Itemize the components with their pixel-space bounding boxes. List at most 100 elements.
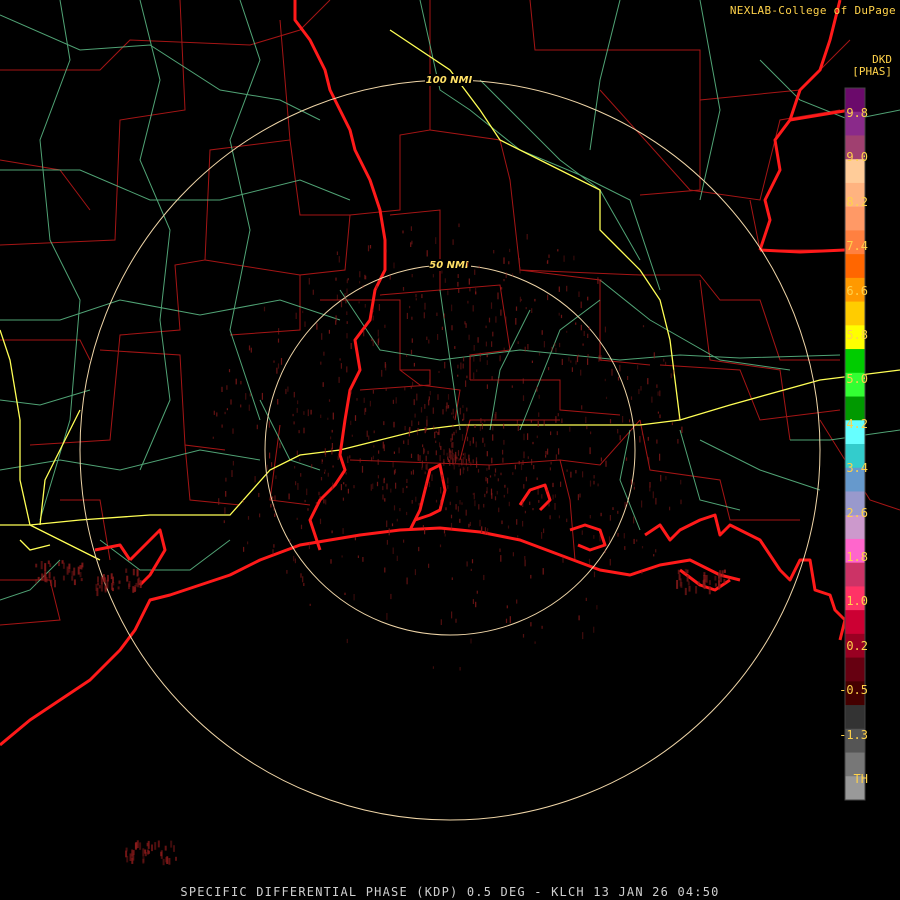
echo-speck xyxy=(371,338,373,342)
echo-speck xyxy=(349,455,351,459)
echo-speck xyxy=(503,439,505,445)
echo-speck xyxy=(382,494,384,500)
echo-speck xyxy=(671,422,673,426)
echo-speck xyxy=(365,407,367,412)
color-scale-swatch xyxy=(845,301,865,326)
echo-speck xyxy=(350,420,352,426)
echo-speck xyxy=(346,321,348,324)
echo-speck xyxy=(446,452,448,456)
echo-speck xyxy=(600,457,602,462)
echo-speck xyxy=(390,593,392,600)
echo-speck xyxy=(117,586,120,590)
echo-speck xyxy=(296,517,298,520)
echo-speck xyxy=(452,442,454,448)
echo-speck xyxy=(478,265,480,269)
echo-speck xyxy=(362,285,364,289)
echo-speck xyxy=(545,454,547,458)
echo-speck xyxy=(373,430,375,434)
echo-speck xyxy=(129,853,132,861)
echo-speck xyxy=(493,250,495,254)
echo-speck xyxy=(459,667,461,671)
echo-speck xyxy=(363,397,365,403)
echo-speck xyxy=(442,409,444,415)
echo-speck xyxy=(501,520,503,525)
echo-speck xyxy=(256,424,258,430)
echo-speck xyxy=(399,508,401,512)
echo-speck xyxy=(413,399,415,406)
echo-speck xyxy=(495,411,497,419)
echo-speck xyxy=(225,491,227,497)
echo-speck xyxy=(486,354,488,358)
echo-speck xyxy=(458,458,460,462)
echo-speck xyxy=(392,399,394,404)
echo-speck xyxy=(396,555,398,561)
echo-speck xyxy=(299,458,301,462)
echo-speck xyxy=(458,424,460,429)
echo-speck xyxy=(49,563,52,567)
color-scale-swatch xyxy=(845,657,865,682)
echo-speck xyxy=(541,625,543,629)
echo-speck xyxy=(303,411,305,415)
echo-speck xyxy=(311,464,313,469)
echo-speck xyxy=(168,858,171,865)
echo-speck xyxy=(335,315,337,322)
echo-speck xyxy=(568,357,570,362)
echo-speck xyxy=(411,316,413,320)
echo-speck xyxy=(524,556,526,560)
echo-speck xyxy=(391,523,394,527)
echo-speck xyxy=(297,483,299,490)
echo-speck xyxy=(272,496,274,499)
echo-speck xyxy=(443,449,445,456)
echo-speck xyxy=(77,566,80,575)
echo-speck xyxy=(384,498,386,502)
echo-speck xyxy=(37,576,40,580)
echo-speck xyxy=(274,495,276,501)
echo-speck xyxy=(486,487,488,493)
echo-speck xyxy=(312,289,314,295)
echo-speck xyxy=(590,431,592,435)
echo-speck xyxy=(277,399,279,405)
echo-speck xyxy=(566,285,568,292)
echo-speck xyxy=(452,458,454,466)
echo-speck xyxy=(438,371,440,373)
echo-speck xyxy=(611,368,613,376)
echo-speck xyxy=(579,493,581,498)
echo-speck xyxy=(469,440,471,446)
echo-speck xyxy=(48,571,51,579)
echo-speck xyxy=(578,615,580,621)
echo-speck xyxy=(146,842,149,847)
echo-speck xyxy=(385,363,387,371)
units-block: DKD [PHAS] xyxy=(852,54,892,78)
echo-speck xyxy=(466,424,468,432)
echo-speck xyxy=(277,338,280,343)
echo-speck xyxy=(538,394,540,399)
echo-speck xyxy=(598,355,600,362)
echo-speck xyxy=(411,274,413,278)
echo-speck xyxy=(378,450,380,454)
echo-speck xyxy=(555,454,557,460)
echo-speck xyxy=(448,459,451,463)
echo-speck xyxy=(439,544,442,548)
echo-speck xyxy=(212,436,214,439)
echo-speck xyxy=(323,499,325,504)
echo-speck xyxy=(62,575,65,581)
echo-speck xyxy=(451,577,453,580)
echo-speck xyxy=(652,491,654,499)
echo-speck xyxy=(232,460,234,466)
echo-speck xyxy=(378,304,380,311)
echo-speck xyxy=(523,433,525,441)
echo-speck xyxy=(154,842,157,850)
echo-speck xyxy=(588,558,591,565)
echo-speck xyxy=(546,489,548,493)
echo-speck xyxy=(402,487,404,494)
echo-speck xyxy=(324,469,326,472)
echo-speck xyxy=(350,390,352,394)
echo-speck xyxy=(502,449,504,455)
color-scale-swatch xyxy=(845,254,865,279)
echo-speck xyxy=(489,475,492,478)
echo-speck xyxy=(723,569,726,573)
echo-speck xyxy=(136,569,139,577)
echo-speck xyxy=(157,840,160,848)
echo-speck xyxy=(68,569,71,573)
echo-speck xyxy=(315,502,317,505)
